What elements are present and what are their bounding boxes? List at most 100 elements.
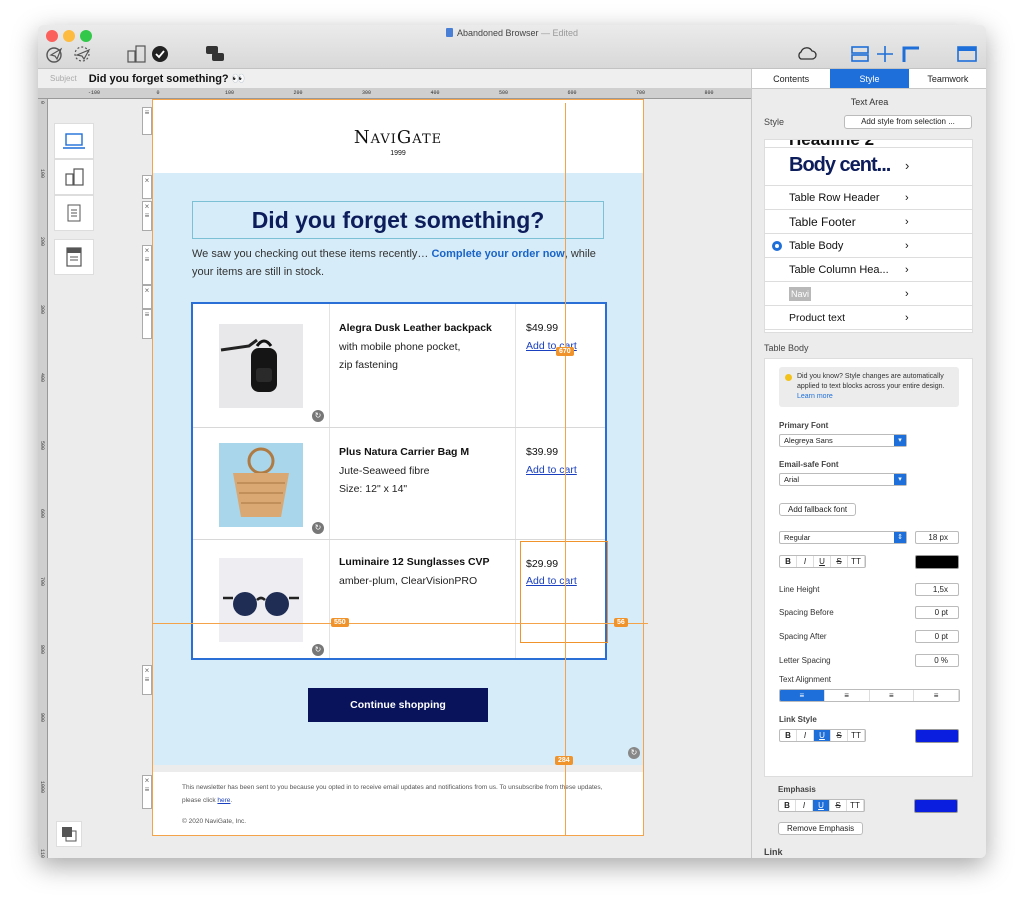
footer-text[interactable]: This newsletter has been sent to you bec… — [182, 781, 612, 807]
desktop-view-button[interactable] — [54, 123, 94, 159]
style-item-product-text[interactable]: Product text › — [765, 306, 972, 330]
email-heading[interactable]: Did you forget something? — [192, 201, 604, 239]
font-size-field[interactable]: 18 px — [915, 531, 959, 544]
align-center-icon[interactable]: ≡ — [824, 690, 870, 701]
product-name[interactable]: Alegra Dusk Leather backpack — [339, 322, 492, 334]
product-price[interactable]: $49.99 — [526, 322, 558, 334]
emph-italic-button[interactable]: I — [796, 800, 813, 811]
style-list[interactable]: Headline 2 Body cent... › Table Row Heade… — [764, 139, 973, 333]
product-desc[interactable]: amber-plum, ClearVisionPRO — [339, 572, 477, 590]
line-height-label: Line Height — [779, 585, 820, 594]
table-row[interactable]: Alegra Dusk Leather backpack with mobile… — [193, 304, 605, 428]
unsubscribe-link[interactable]: here — [217, 797, 230, 804]
learn-more-link[interactable]: Learn more — [797, 393, 833, 400]
block-handle[interactable]: × — [142, 285, 152, 309]
link-italic-button[interactable]: I — [797, 730, 814, 741]
letter-spacing-field[interactable]: 0 % — [915, 654, 959, 667]
panel-tabs: Contents Style Teamwork — [752, 69, 986, 89]
html-view-button[interactable] — [54, 239, 94, 275]
style-item-headline[interactable]: Headline 2 — [765, 140, 972, 149]
bold-button[interactable]: B — [780, 556, 797, 567]
block-handle[interactable]: × ≡ — [142, 775, 152, 809]
intro-text[interactable]: We saw you checking out these items rece… — [192, 245, 604, 281]
emph-bold-button[interactable]: B — [779, 800, 796, 811]
block-handle[interactable]: × — [142, 175, 152, 199]
preview-devices-icon[interactable] — [124, 43, 148, 65]
refresh-icon[interactable]: ↻ — [312, 522, 324, 534]
text-color-swatch[interactable] — [915, 555, 959, 569]
link-underline-button[interactable]: U — [814, 730, 831, 741]
link-bold-button[interactable]: B — [780, 730, 797, 741]
link-caps-button[interactable]: TT — [848, 730, 865, 741]
spacing-before-field[interactable]: 0 pt — [915, 606, 959, 619]
continue-shopping-button[interactable]: Continue shopping — [308, 688, 488, 722]
style-item-table-footer[interactable]: Table Footer › — [765, 210, 972, 234]
check-icon[interactable] — [150, 43, 170, 65]
weight-select[interactable]: Regular ⇕ — [779, 531, 907, 544]
product-price[interactable]: $39.99 — [526, 446, 558, 458]
style-item-navi[interactable]: Navi › — [765, 282, 972, 306]
rulers-icon[interactable] — [900, 43, 922, 65]
add-style-button[interactable]: Add style from selection ... — [844, 115, 972, 129]
product-name[interactable]: Plus Natura Carrier Bag M — [339, 446, 469, 458]
product-name[interactable]: Luminaire 12 Sunglasses CVP — [339, 556, 490, 568]
product-desc[interactable]: with mobile phone pocket, zip fastening — [339, 338, 460, 374]
refresh-icon[interactable]: ↻ — [628, 747, 640, 759]
design-canvas[interactable]: ≡ × × ≡ × ≡ × ≡ × ≡ × ≡ NaviGate 1999 Did yo… — [48, 99, 751, 858]
strike-button[interactable]: S — [831, 556, 848, 567]
send-test-icon[interactable] — [44, 43, 68, 65]
primary-font-select[interactable]: Alegreya Sans ▾ — [779, 434, 907, 447]
align-justify-icon[interactable]: ≡ — [914, 690, 959, 701]
style-item-table-row-header[interactable]: Table Row Header › — [765, 186, 972, 210]
link-color-swatch[interactable] — [915, 729, 959, 743]
subject-label: Subject — [50, 74, 77, 83]
block-handle[interactable]: × ≡ — [142, 201, 152, 231]
block-handle[interactable]: ≡ — [142, 309, 152, 339]
mobile-view-button[interactable] — [54, 159, 94, 195]
underline-button[interactable]: U — [814, 556, 831, 567]
guides-icon[interactable] — [874, 43, 896, 65]
cloud-icon[interactable] — [795, 43, 817, 65]
italic-button[interactable]: I — [797, 556, 814, 567]
refresh-icon[interactable]: ↻ — [312, 410, 324, 422]
complete-order-link[interactable]: Complete your order now — [431, 248, 564, 260]
refresh-icon[interactable]: ↻ — [312, 644, 324, 656]
copyright-text: © 2020 NaviGate, Inc. — [182, 818, 247, 825]
plain-text-view-button[interactable] — [54, 195, 94, 231]
header-block[interactable]: NaviGate 1999 — [152, 99, 644, 173]
table-row[interactable]: Plus Natura Carrier Bag M Jute-Seaweed f… — [193, 428, 605, 540]
safe-font-select[interactable]: Arial ▾ — [779, 473, 907, 486]
align-left-icon[interactable]: ≡ — [780, 690, 825, 701]
add-to-cart-link[interactable]: Add to cart — [526, 464, 577, 476]
footer-block[interactable]: This newsletter has been sent to you bec… — [152, 772, 644, 836]
product-desc[interactable]: Jute-Seaweed fibre Size: 12" x 14" — [339, 462, 429, 498]
remove-emphasis-button[interactable]: Remove Emphasis — [778, 822, 864, 835]
tab-contents[interactable]: Contents — [752, 69, 830, 88]
caps-button[interactable]: TT — [848, 556, 865, 567]
link-strike-button[interactable]: S — [831, 730, 848, 741]
add-fallback-font-button[interactable]: Add fallback font — [779, 503, 857, 516]
style-item-body-centered[interactable]: Body cent... › — [765, 148, 972, 186]
layers-button[interactable] — [56, 821, 82, 847]
emph-strike-button[interactable]: S — [830, 800, 847, 811]
sidebar-toggle-icon[interactable] — [956, 43, 978, 65]
align-right-icon[interactable]: ≡ — [869, 690, 915, 701]
subject-input[interactable]: Did you forget something? 👀 — [89, 72, 246, 85]
comments-icon[interactable] — [204, 43, 226, 65]
tab-teamwork[interactable]: Teamwork — [909, 69, 986, 88]
format-buttons: B I U S TT — [779, 555, 866, 568]
primary-font-label: Primary Font — [779, 421, 829, 430]
spacing-after-field[interactable]: 0 pt — [915, 630, 959, 643]
style-item-table-column-header[interactable]: Table Column Hea... › — [765, 258, 972, 282]
emph-caps-button[interactable]: TT — [847, 800, 864, 811]
block-handle[interactable]: × ≡ — [142, 245, 152, 285]
layout-blocks-icon[interactable] — [849, 43, 871, 65]
style-item-table-body[interactable]: Table Body › — [765, 234, 972, 258]
line-height-field[interactable]: 1,5x — [915, 583, 959, 596]
emph-underline-button[interactable]: U — [813, 800, 830, 811]
block-handle[interactable]: ≡ — [142, 107, 152, 135]
block-handle[interactable]: × ≡ — [142, 665, 152, 695]
emphasis-color-swatch[interactable] — [914, 799, 958, 813]
tab-style[interactable]: Style — [830, 69, 909, 88]
send-icon[interactable] — [70, 43, 94, 65]
